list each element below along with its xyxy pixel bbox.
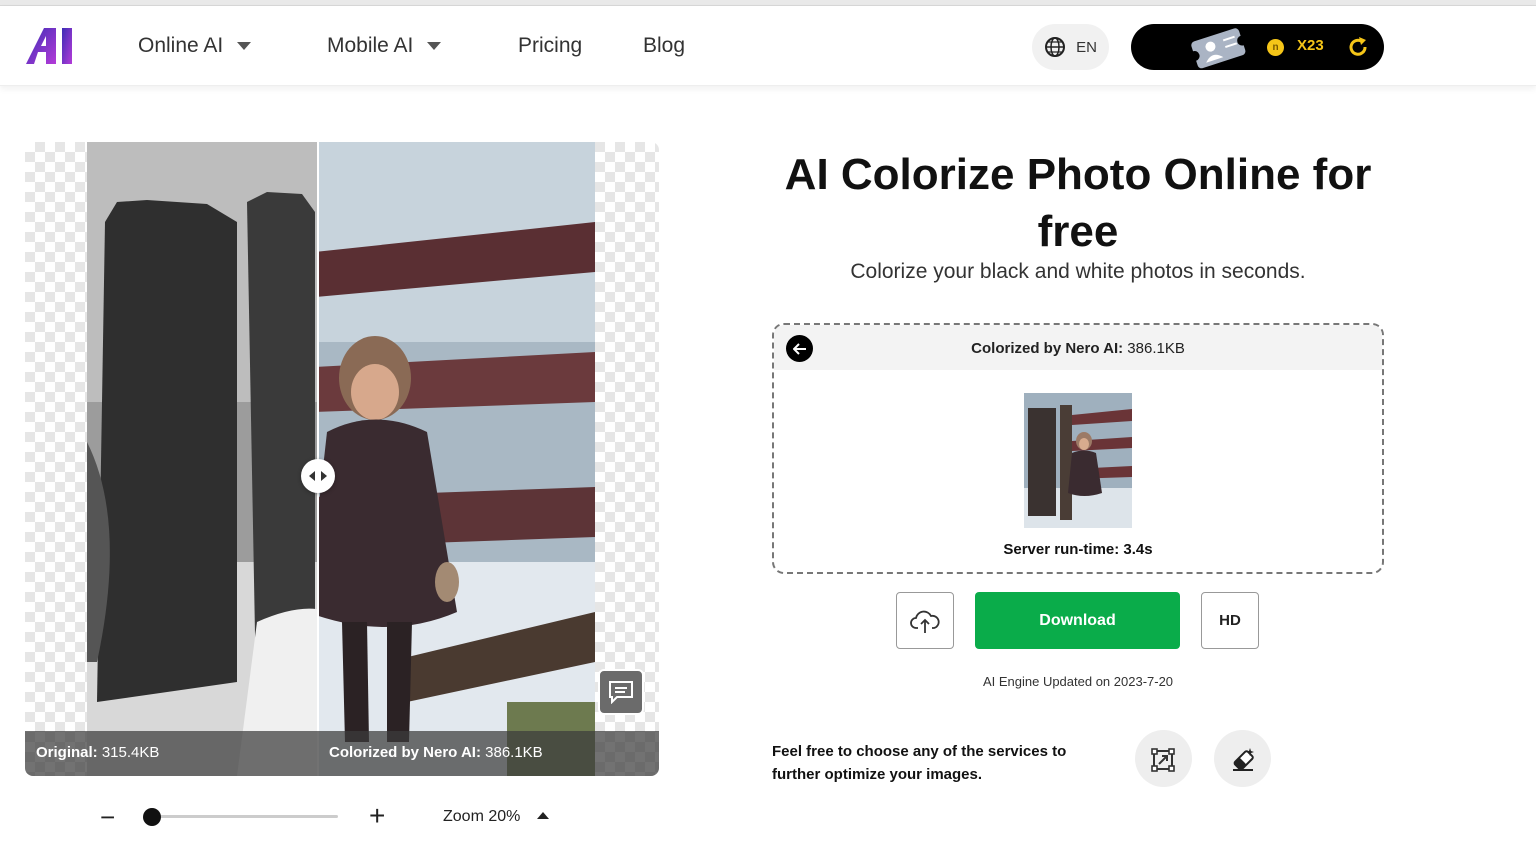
globe-icon [1045, 37, 1066, 57]
viewer-info-bar: Original: 315.4KB Colorized by Nero AI: … [25, 731, 659, 776]
original-size: 315.4KB [101, 744, 160, 761]
result-size: 386.1KB [1127, 340, 1185, 357]
colorized-label: Colorized by Nero AI: [329, 744, 481, 761]
nav-blog[interactable]: Blog [643, 34, 685, 58]
page-title: AI Colorize Photo Online for free [784, 150, 1372, 256]
result-title: Colorized by Nero AI: 386.1KB [774, 340, 1382, 357]
download-button[interactable]: Download [975, 592, 1180, 649]
nav-mobile-ai[interactable]: Mobile AI [327, 34, 442, 58]
compare-handle-icon[interactable] [301, 459, 335, 493]
logo[interactable] [24, 26, 84, 66]
result-thumbnail[interactable] [1024, 393, 1132, 528]
feedback-icon[interactable] [598, 669, 644, 715]
nav-mobile-ai-label: Mobile AI [327, 34, 414, 57]
nav-online-ai[interactable]: Online AI [138, 34, 252, 58]
nav-pricing[interactable]: Pricing [518, 34, 582, 58]
eraser-icon [1232, 747, 1254, 771]
chevron-up-icon[interactable] [537, 812, 549, 819]
hd-button[interactable]: HD [1201, 592, 1259, 649]
services-hint: Feel free to choose any of the services … [772, 743, 1067, 783]
zoom-in-button[interactable]: + [369, 802, 385, 830]
result-header: Colorized by Nero AI: 386.1KB [774, 325, 1382, 370]
zoom-slider-thumb[interactable] [143, 808, 161, 826]
eraser-service-button[interactable] [1214, 730, 1271, 787]
site-header: Online AI Mobile AI Pricing Blog EN n X2… [0, 6, 1536, 86]
coin-icon: n [1267, 39, 1284, 56]
result-label: Colorized by Nero AI: [971, 340, 1124, 357]
ticket-icon [1189, 28, 1248, 69]
zoom-out-button[interactable]: − [100, 804, 115, 830]
upload-button[interactable] [896, 592, 954, 649]
refresh-icon[interactable] [1345, 34, 1371, 60]
colorized-info: Colorized by Nero AI: 386.1KB [329, 744, 543, 761]
zoom-level-label[interactable]: Zoom 20% [443, 808, 520, 826]
cloud-upload-icon [910, 610, 940, 633]
zoom-slider-track[interactable] [148, 815, 338, 818]
compare-photo [87, 142, 595, 776]
page-subtitle: Colorize your black and white photos in … [850, 260, 1306, 283]
server-runtime: Server run-time: 3.4s [1003, 541, 1153, 558]
nav-online-ai-label: Online AI [138, 34, 224, 57]
original-label: Original: [36, 744, 98, 761]
nav-pricing-label: Pricing [518, 34, 583, 57]
crop-upscale-icon [1150, 747, 1175, 772]
compare-viewer[interactable]: Original: 315.4KB Colorized by Nero AI: … [25, 142, 659, 776]
engine-update-note: AI Engine Updated on 2023-7-20 [982, 674, 1174, 689]
colorized-size: 386.1KB [485, 744, 543, 761]
original-info: Original: 315.4KB [36, 744, 159, 761]
nav-blog-label: Blog [643, 34, 686, 57]
language-selector[interactable]: EN [1032, 24, 1109, 70]
upscale-service-button[interactable] [1135, 730, 1192, 787]
result-panel: Colorized by Nero AI: 386.1KB Server run… [772, 323, 1384, 574]
chevron-down-icon [237, 42, 252, 50]
chevron-down-icon [427, 42, 442, 50]
credits-panel[interactable]: n X23 [1131, 24, 1384, 70]
credit-count: X23 [1297, 37, 1324, 54]
language-label: EN [1076, 38, 1097, 56]
